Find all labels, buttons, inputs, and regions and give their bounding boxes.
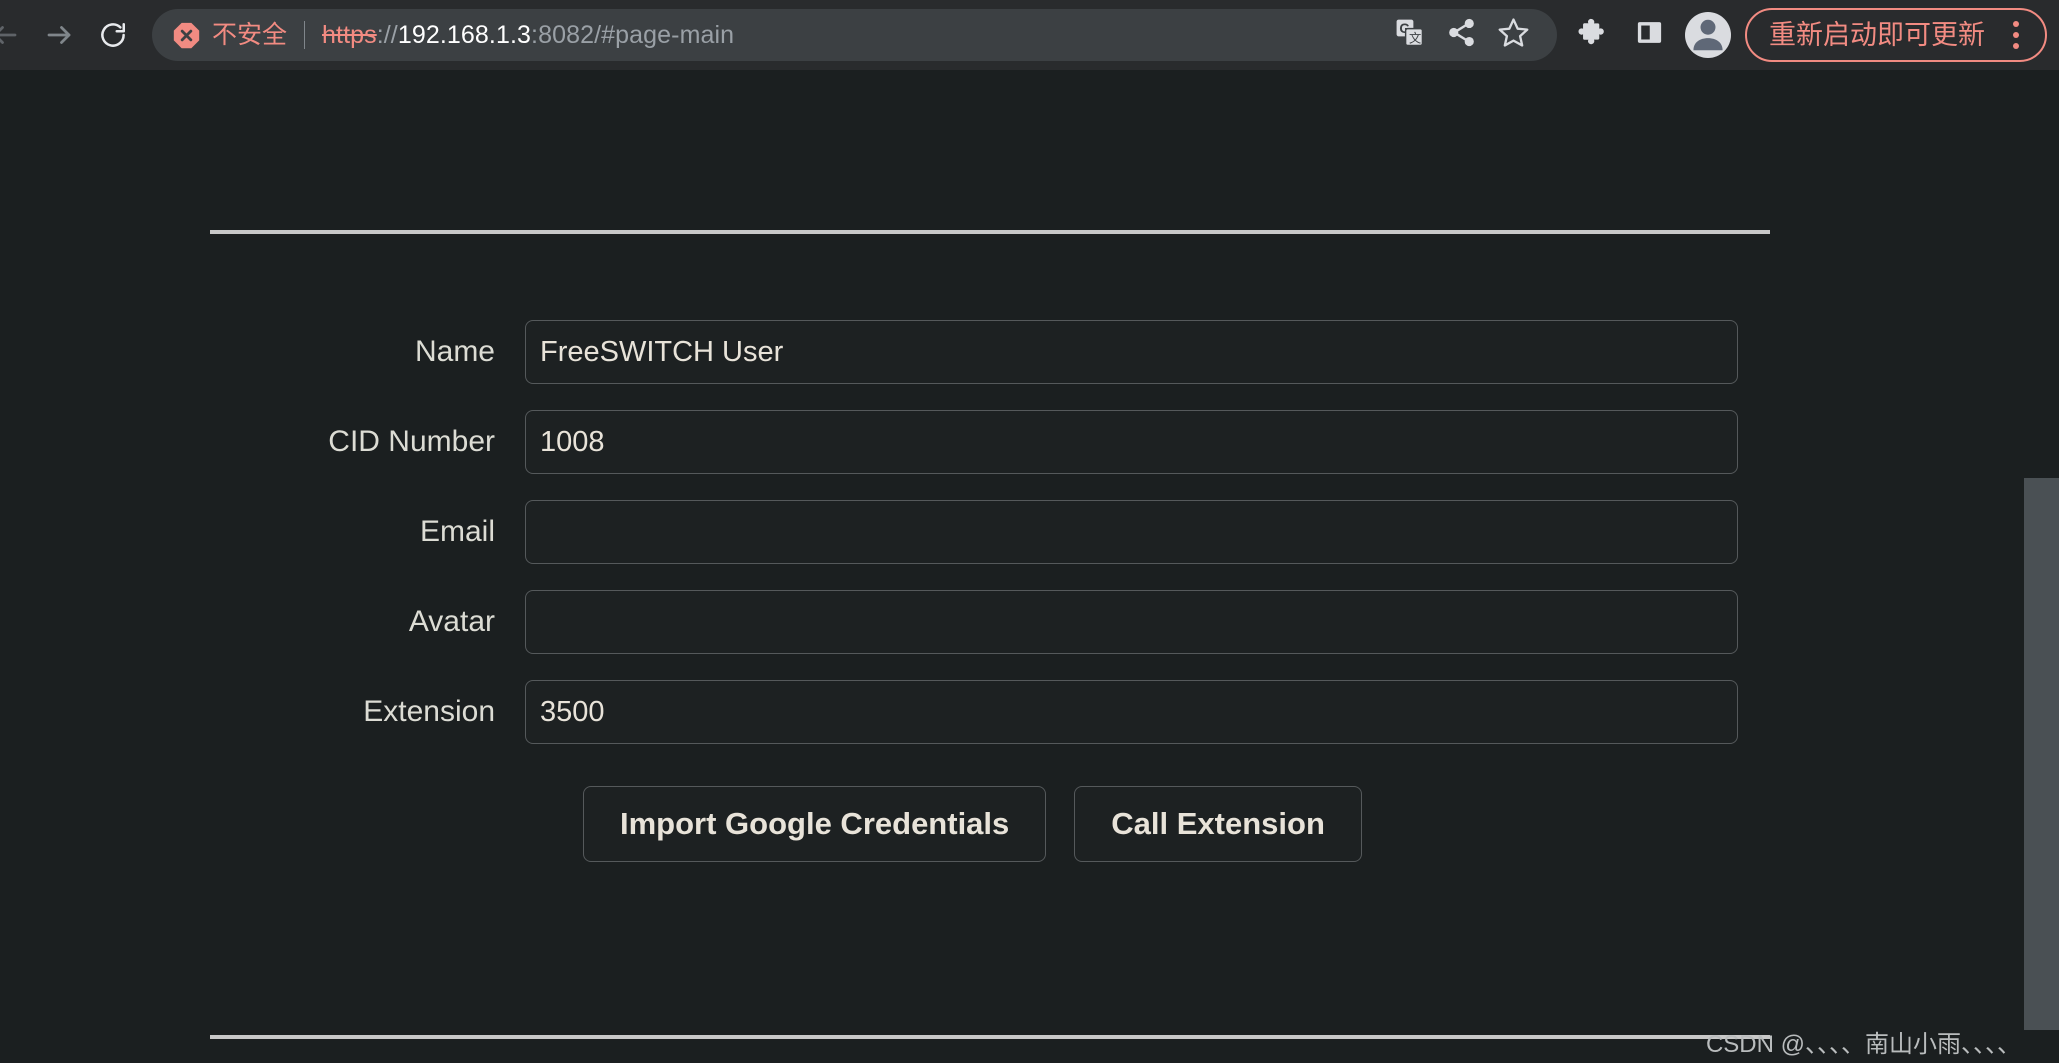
- field-label-avatar: Avatar: [408, 605, 495, 638]
- arrow-right-icon: [44, 20, 74, 50]
- email-input[interactable]: [525, 500, 1738, 564]
- update-available-button[interactable]: 重新启动即可更新: [1745, 8, 2047, 62]
- arrow-left-icon: [0, 20, 20, 50]
- extension-input[interactable]: [525, 680, 1738, 744]
- page-content: Name CID Number Email Avatar Extension I: [0, 70, 2024, 1063]
- call-extension-button[interactable]: Call Extension: [1074, 786, 1362, 862]
- share-button[interactable]: [1435, 9, 1487, 61]
- url-port: :8082: [531, 22, 595, 48]
- not-secure-octagon-icon: [172, 21, 201, 50]
- share-icon: [1446, 17, 1477, 53]
- reload-icon: [98, 20, 128, 50]
- bottom-divider: [210, 1035, 1770, 1039]
- address-bar[interactable]: 不安全 https://192.168.1.3:8082/#page-main …: [152, 9, 1557, 61]
- back-button[interactable]: [0, 8, 32, 62]
- form-actions: Import Google Credentials Call Extension: [583, 786, 1770, 862]
- url-scheme: https: [322, 22, 377, 48]
- vertical-scrollbar[interactable]: [2024, 70, 2059, 1063]
- browser-toolbar: 不安全 https://192.168.1.3:8082/#page-main …: [0, 0, 2059, 70]
- csdn-watermark: CSDN @、、、、南山小雨、、、、: [1705, 1031, 2021, 1058]
- forward-button[interactable]: [32, 8, 86, 62]
- cid-number-input[interactable]: [525, 410, 1738, 474]
- user-settings-form: Name CID Number Email Avatar Extension I: [0, 320, 1770, 862]
- kebab-menu-icon[interactable]: [1997, 12, 2035, 58]
- top-divider: [210, 230, 1770, 234]
- form-row-name: Name: [0, 320, 1770, 384]
- form-row-avatar: Avatar: [0, 590, 1770, 654]
- bookmark-button[interactable]: [1487, 9, 1539, 61]
- profile-avatar-icon: [1685, 12, 1731, 58]
- field-label-email: Email: [419, 515, 495, 548]
- update-available-label: 重新启动即可更新: [1769, 19, 1985, 50]
- url-host: 192.168.1.3: [397, 22, 532, 48]
- star-bookmark-icon: [1497, 16, 1530, 54]
- url-separator: ://: [376, 22, 398, 48]
- field-label-extension: Extension: [363, 695, 495, 728]
- side-panel-button[interactable]: [1623, 9, 1675, 61]
- form-row-email: Email: [0, 500, 1770, 564]
- omnibox-actions: G 文: [1383, 9, 1539, 61]
- svg-text:文: 文: [1408, 30, 1420, 45]
- omnibox-divider: [304, 21, 306, 49]
- url-text: https://192.168.1.3:8082/#page-main: [322, 23, 734, 48]
- security-status-chip[interactable]: 不安全: [172, 21, 287, 50]
- side-panel-icon: [1634, 17, 1665, 53]
- profile-button[interactable]: [1685, 12, 1731, 58]
- avatar-input[interactable]: [525, 590, 1738, 654]
- scrollbar-thumb[interactable]: [2024, 478, 2059, 1030]
- reload-button[interactable]: [86, 8, 140, 62]
- security-status-label: 不安全: [212, 20, 288, 49]
- form-row-cid-number: CID Number: [0, 410, 1770, 474]
- form-row-extension: Extension: [0, 680, 1770, 744]
- page-viewport: Name CID Number Email Avatar Extension I: [0, 70, 2059, 1063]
- import-google-credentials-button[interactable]: Import Google Credentials: [583, 786, 1047, 862]
- name-input[interactable]: [525, 320, 1738, 384]
- field-label-cid-number: CID Number: [328, 425, 495, 458]
- toolbar-right-actions: 重新启动即可更新: [1567, 8, 2051, 62]
- puzzle-extensions-icon: [1577, 16, 1610, 54]
- translate-button[interactable]: G 文: [1383, 9, 1435, 61]
- google-translate-icon: G 文: [1394, 17, 1425, 53]
- url-path: /#page-main: [594, 22, 735, 48]
- extensions-button[interactable]: [1567, 9, 1619, 61]
- field-label-name: Name: [414, 335, 495, 368]
